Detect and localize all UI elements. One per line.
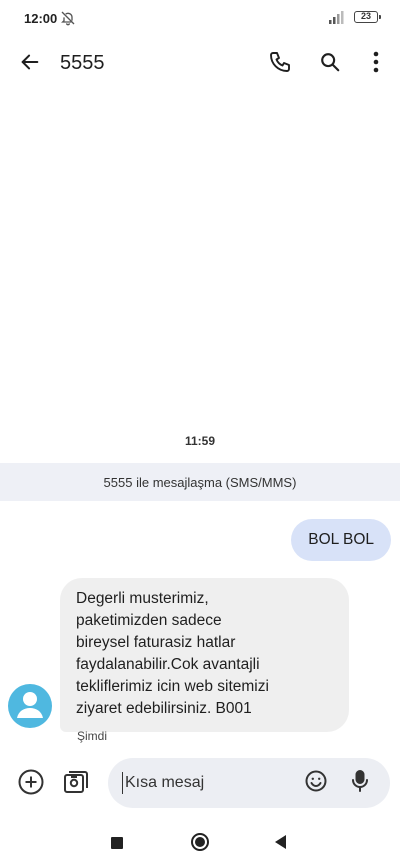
search-icon	[319, 51, 341, 78]
thread-banner: 5555 ile mesajlaşma (SMS/MMS)	[0, 463, 400, 501]
mic-icon	[349, 769, 371, 798]
more-vert-icon	[373, 51, 379, 78]
incoming-message[interactable]: Degerli musterimiz, paketimizden sadece …	[60, 578, 349, 732]
system-back-button[interactable]	[275, 835, 286, 849]
recent-apps-button[interactable]	[111, 837, 123, 849]
add-attachment-button[interactable]	[11, 764, 51, 804]
status-bar: 12:00 23	[0, 0, 400, 36]
message-input[interactable]	[122, 772, 292, 794]
more-options-button[interactable]	[356, 44, 396, 84]
emoji-icon	[304, 769, 328, 798]
search-button[interactable]	[310, 44, 350, 84]
voice-input-button[interactable]	[340, 763, 380, 803]
battery-icon: 23	[354, 11, 381, 23]
home-button[interactable]	[191, 833, 209, 851]
signal-icon	[328, 10, 348, 24]
message-time: Şimdi	[77, 729, 108, 743]
app-bar: 5555	[0, 36, 400, 92]
media-icon	[62, 768, 90, 801]
emoji-button[interactable]	[296, 763, 336, 803]
message-timestamp: 11:59	[184, 434, 216, 448]
compose-bar	[108, 758, 390, 808]
bell-off-icon	[60, 10, 76, 26]
phone-icon	[268, 50, 292, 79]
person-icon	[8, 684, 52, 728]
status-indicators: 23	[328, 10, 381, 24]
back-button[interactable]	[10, 44, 50, 84]
media-gallery-button[interactable]	[56, 764, 96, 804]
conversation-title: 5555	[60, 52, 105, 74]
add-circle-icon	[17, 768, 45, 801]
avatar[interactable]	[8, 684, 52, 728]
system-nav-bar	[0, 824, 400, 866]
call-button[interactable]	[260, 44, 300, 84]
back-arrow-icon	[19, 51, 41, 78]
status-time: 12:00	[24, 11, 58, 26]
outgoing-message[interactable]: BOL BOL	[291, 519, 391, 561]
